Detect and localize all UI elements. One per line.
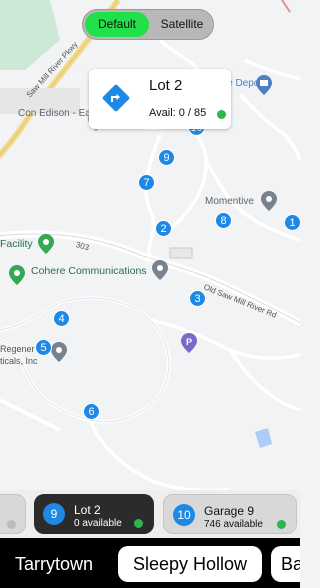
- lot-card-lot-2[interactable]: 9 Lot 2 0 available: [34, 494, 154, 534]
- lot-card-carousel[interactable]: 9 Lot 2 0 available 10 Garage 9 746 avai…: [0, 490, 300, 538]
- map-type-toggle[interactable]: Default Satellite: [82, 9, 214, 40]
- tab-partial[interactable]: Ba: [271, 546, 300, 582]
- status-dot: [134, 519, 143, 528]
- tab-tarrytown[interactable]: Tarrytown: [4, 546, 104, 582]
- parking-pin-icon[interactable]: P: [180, 332, 198, 354]
- map-type-default[interactable]: Default: [85, 12, 149, 37]
- availability-status-dot: [217, 110, 226, 119]
- directions-icon[interactable]: [101, 83, 131, 113]
- info-card-availability: Avail: 0 / 85: [149, 107, 207, 119]
- lot-marker-1[interactable]: 1: [284, 214, 300, 231]
- status-dot: [7, 520, 16, 529]
- lot-marker-6[interactable]: 6: [83, 403, 100, 420]
- map-type-satellite[interactable]: Satellite: [151, 12, 213, 37]
- campus-tab-bar: Tarrytown Sleepy Hollow Ba: [0, 538, 300, 588]
- regeneron-label-2: ticals, Inc: [0, 356, 38, 366]
- lot-card-name: Lot 2: [74, 503, 101, 517]
- regeneron-pin-icon[interactable]: [50, 341, 68, 363]
- cohere-pin-icon[interactable]: [8, 264, 26, 286]
- parking-area: [169, 247, 193, 259]
- lot-card-number: 9: [43, 503, 65, 525]
- map-edge-line: [281, 0, 291, 13]
- lot-card-number: 10: [173, 504, 195, 526]
- regeneron-label-1: Regener: [0, 344, 35, 354]
- tab-sleepy-hollow[interactable]: Sleepy Hollow: [118, 546, 262, 582]
- lot-card-status: 746 available: [204, 519, 263, 530]
- park-area: [0, 0, 60, 70]
- lot-card-partial[interactable]: [0, 494, 26, 534]
- lot-marker-3[interactable]: 3: [189, 290, 206, 307]
- lot-marker-7[interactable]: 7: [138, 174, 155, 191]
- map-view[interactable]: Saw Mill River Pkwy Old Saw Mill River R…: [0, 0, 300, 490]
- pond: [255, 428, 272, 448]
- lot-marker-4[interactable]: 4: [53, 310, 70, 327]
- lot-marker-8[interactable]: 8: [215, 212, 232, 229]
- lot-card-name: Garage 9: [204, 504, 255, 518]
- momentive-pin-icon[interactable]: [260, 190, 278, 212]
- lot-marker-2[interactable]: 2: [155, 220, 172, 237]
- momentive-label: Momentive: [205, 196, 254, 207]
- lot-marker-9[interactable]: 9: [158, 149, 175, 166]
- svg-text:P: P: [186, 337, 192, 347]
- cohere-label: Cohere Communications: [31, 265, 147, 277]
- status-dot: [277, 520, 286, 529]
- facility-label: Facility: [0, 238, 33, 250]
- lot-card-garage-9[interactable]: 10 Garage 9 746 available: [163, 494, 297, 534]
- home-depot-pin-icon[interactable]: [255, 74, 273, 96]
- road-pin-icon[interactable]: [151, 259, 169, 281]
- lot-info-card[interactable]: Lot 2 Avail: 0 / 85: [89, 69, 231, 129]
- facility-pin-icon[interactable]: [37, 233, 55, 255]
- lot-marker-5[interactable]: 5: [35, 339, 52, 356]
- info-card-title: Lot 2: [149, 77, 183, 94]
- lot-card-status: 0 available: [74, 518, 122, 529]
